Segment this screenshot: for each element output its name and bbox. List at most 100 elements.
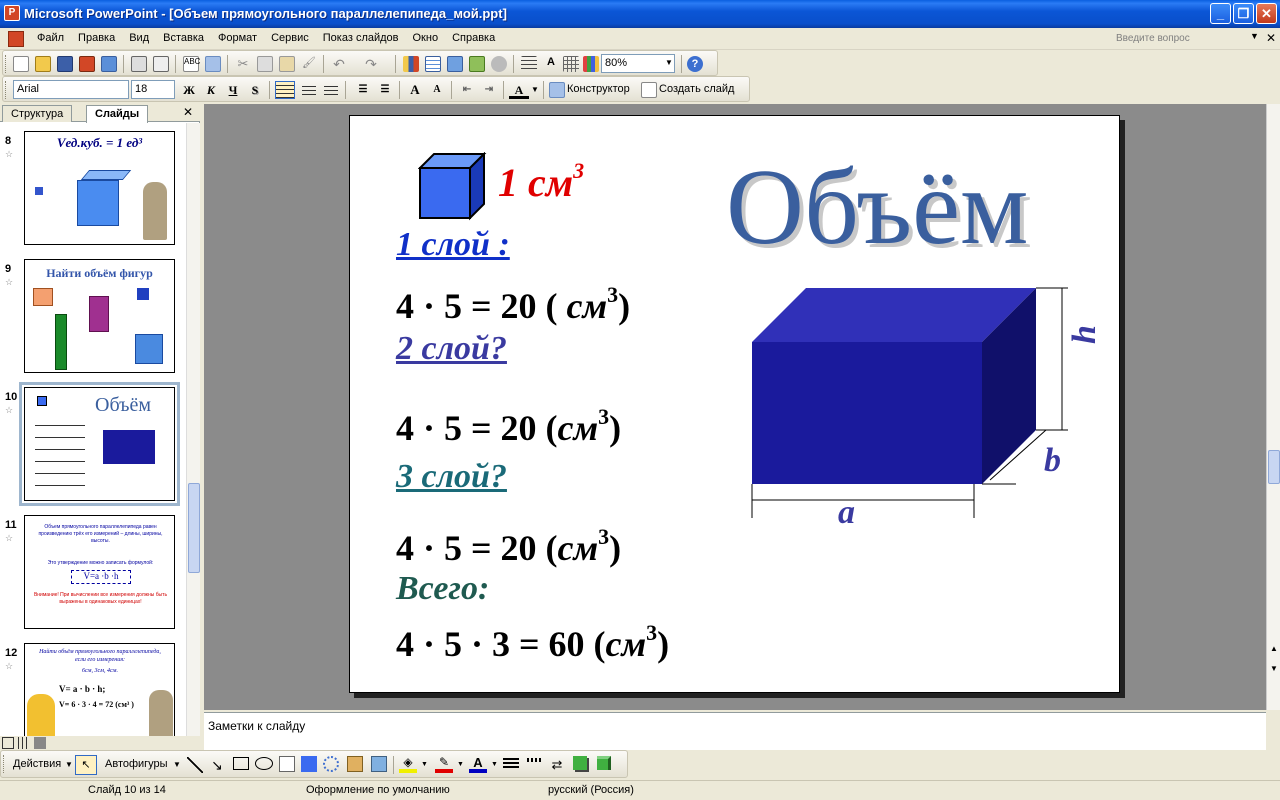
insert-chart-icon[interactable] [403, 56, 419, 72]
design-button[interactable]: Конструктор [567, 83, 630, 95]
spelling-icon[interactable]: ABC [183, 56, 200, 72]
text-color-dropdown-icon[interactable]: ▼ [491, 761, 498, 768]
menu-file[interactable]: Файл [30, 32, 71, 44]
select-arrow-icon[interactable]: ↖ [75, 755, 97, 775]
font-name-select[interactable]: Arial [13, 80, 129, 99]
undo-icon[interactable]: ↶ [331, 56, 347, 72]
menu-help[interactable]: Справка [445, 32, 502, 44]
decrease-font-icon[interactable]: A [427, 81, 447, 99]
text-color-icon[interactable]: A [469, 755, 487, 773]
menu-slideshow[interactable]: Показ слайдов [316, 32, 406, 44]
dash-style-icon[interactable] [527, 758, 543, 762]
rectangle-icon[interactable] [233, 757, 249, 770]
textbox-icon[interactable] [279, 756, 295, 772]
close-document-icon[interactable]: ✕ [1266, 31, 1276, 45]
font-color-dropdown-icon[interactable]: ▼ [531, 85, 539, 94]
paste-icon[interactable] [279, 56, 295, 72]
picture-icon[interactable] [371, 756, 387, 772]
align-right-button[interactable] [321, 81, 341, 99]
zoom-dropdown-icon[interactable]: ▼ [665, 58, 673, 67]
insert-image-icon[interactable] [491, 56, 507, 72]
notes-pane[interactable]: Заметки к слайду [204, 712, 1266, 750]
menu-format[interactable]: Формат [211, 32, 264, 44]
autoshapes-menu[interactable]: Автофигуры [105, 758, 168, 770]
line-icon[interactable] [187, 757, 203, 773]
arrow-icon[interactable]: ↘ [209, 757, 225, 773]
new-icon[interactable] [13, 56, 29, 72]
line-color-dropdown-icon[interactable]: ▼ [457, 761, 464, 768]
slideshow-view-icon[interactable] [34, 737, 46, 749]
menu-edit[interactable]: Правка [71, 32, 122, 44]
fill-color-icon[interactable]: ◈ [399, 755, 417, 773]
tab-outline[interactable]: Структура [2, 105, 73, 122]
print-icon[interactable] [131, 56, 147, 72]
decrease-indent-icon[interactable]: ⇤ [457, 81, 477, 99]
new-slide-button[interactable]: Создать слайд [659, 83, 734, 95]
increase-font-icon[interactable]: A [405, 81, 425, 99]
email-icon[interactable] [101, 56, 117, 72]
menu-tools[interactable]: Сервис [264, 32, 316, 44]
color-grayscale-icon[interactable] [583, 56, 599, 72]
shadow-button[interactable]: S [245, 81, 265, 99]
clipart-icon[interactable] [347, 756, 363, 772]
cut-icon[interactable]: ✂ [235, 56, 251, 72]
ask-dropdown-icon[interactable]: ▼ [1250, 31, 1259, 41]
slide-thumbnail-11[interactable]: Объем прямоугольного параллелепипеда рав… [24, 515, 175, 629]
copy-icon[interactable] [257, 56, 273, 72]
align-left-button[interactable] [275, 81, 295, 99]
wordart-icon[interactable] [301, 756, 317, 772]
slide-thumbnail-9[interactable]: Найти объём фигур [24, 259, 175, 373]
menu-view[interactable]: Вид [122, 32, 156, 44]
minimize-button[interactable]: _ [1210, 3, 1231, 24]
menu-insert[interactable]: Вставка [156, 32, 211, 44]
fill-color-dropdown-icon[interactable]: ▼ [421, 761, 428, 768]
thumbnails-scrollbar[interactable] [186, 123, 200, 736]
diagram-icon[interactable] [323, 756, 339, 772]
open-icon[interactable] [35, 56, 51, 72]
actions-dropdown-icon[interactable]: ▼ [65, 760, 73, 769]
slide-thumbnail-10[interactable]: Объём [19, 382, 180, 506]
format-painter-icon[interactable]: 🖌 [301, 56, 317, 72]
close-button[interactable]: ✕ [1256, 3, 1277, 24]
powerpoint-app-icon[interactable]: P [4, 5, 20, 21]
font-color-icon[interactable]: A [509, 81, 529, 99]
expand-all-icon[interactable] [521, 56, 537, 72]
restore-button[interactable]: ❐ [1233, 3, 1254, 24]
ask-question-input[interactable]: Введите вопрос [1112, 31, 1262, 47]
underline-button[interactable]: Ч [223, 81, 243, 99]
zoom-select[interactable]: 80% [601, 54, 675, 73]
prev-slide-icon[interactable]: ▲ [1268, 644, 1280, 658]
slide-scrollbar[interactable]: ▲ ▼ [1266, 104, 1280, 710]
oval-icon[interactable] [255, 757, 273, 770]
actions-menu[interactable]: Действия [13, 758, 61, 770]
save-icon[interactable] [57, 56, 73, 72]
tab-slides[interactable]: Слайды [86, 105, 149, 123]
slide-thumbnail-12[interactable]: Найти объём прямоугольного параллелепипе… [24, 643, 175, 736]
slide-thumbnail-8[interactable]: Vед.куб. = 1 ед³ [24, 131, 175, 245]
3d-style-icon[interactable] [597, 756, 611, 770]
line-color-icon[interactable]: ✎ [435, 755, 453, 773]
sorter-view-icon[interactable] [18, 737, 30, 749]
numbering-icon[interactable]: ☰ [353, 81, 373, 99]
research-icon[interactable] [205, 56, 221, 72]
show-formatting-icon[interactable]: A [543, 56, 559, 72]
print-preview-icon[interactable] [153, 56, 169, 72]
document-icon[interactable] [8, 31, 24, 47]
permission-icon[interactable] [79, 56, 95, 72]
italic-button[interactable]: К [201, 81, 221, 99]
help-icon[interactable]: ? [687, 56, 703, 72]
slide-canvas[interactable]: 1 см3 Объём 1 слой : 4 · 5 = 20 ( см3) 2… [349, 115, 1120, 693]
font-size-select[interactable]: 18 [131, 80, 175, 99]
next-slide-icon[interactable]: ▼ [1268, 664, 1280, 678]
menu-window[interactable]: Окно [406, 32, 446, 44]
bold-button[interactable]: Ж [179, 81, 199, 99]
line-style-icon[interactable] [503, 758, 519, 770]
align-center-button[interactable] [299, 81, 319, 99]
autoshapes-dropdown-icon[interactable]: ▼ [173, 760, 181, 769]
shadow-style-icon[interactable] [573, 756, 587, 770]
arrow-style-icon[interactable]: ⇄ [549, 757, 565, 773]
insert-table-icon[interactable] [425, 56, 441, 72]
tables-borders-icon[interactable] [447, 56, 463, 72]
redo-icon[interactable]: ↷ [363, 56, 379, 72]
bullets-icon[interactable]: ☰ [375, 81, 395, 99]
